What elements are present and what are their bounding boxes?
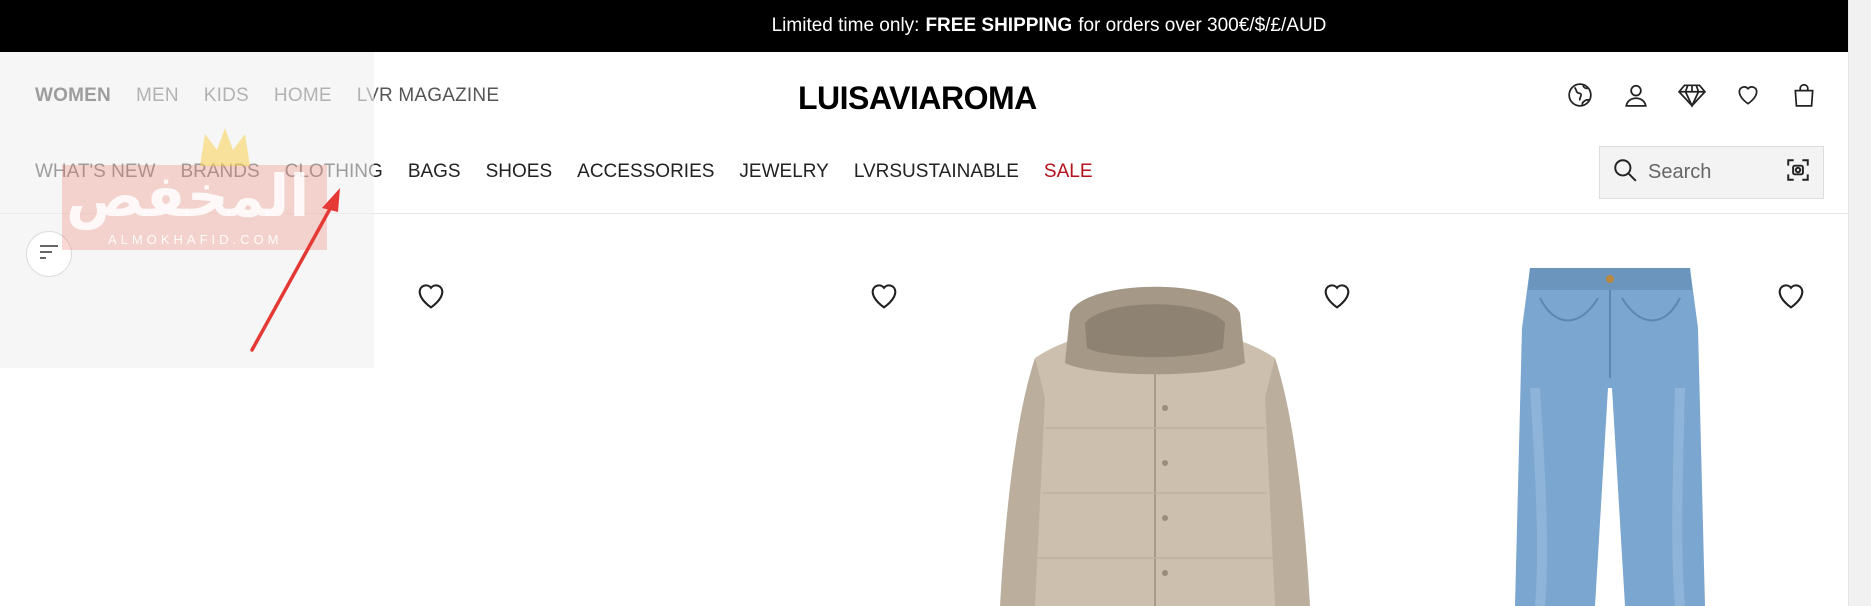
wishlist-heart-icon[interactable] — [414, 279, 448, 313]
nav-home[interactable]: HOME — [274, 85, 332, 107]
wishlist-icon[interactable] — [1733, 80, 1763, 110]
bag-icon[interactable] — [1789, 80, 1819, 110]
nav-lvr-magazine[interactable]: LVR MAGAZINE — [357, 85, 499, 107]
promo-tail: for orders over 300€/$/£/AUD — [1078, 15, 1327, 36]
promo-banner[interactable]: Limited time only: FREE SHIPPING for ord… — [0, 0, 1848, 52]
site-logo[interactable]: LUISAVIAROMA — [798, 80, 1037, 117]
nav-kids[interactable]: KIDS — [204, 85, 249, 107]
search-input[interactable] — [1648, 161, 1778, 184]
nav-shoes[interactable]: SHOES — [486, 161, 553, 183]
utility-icons — [1565, 80, 1819, 110]
globe-icon[interactable] — [1565, 80, 1595, 110]
watermark-subtext: ALMOKHAFID.COM — [108, 232, 283, 247]
search-box[interactable] — [1599, 146, 1824, 199]
visual-search-icon[interactable] — [1785, 157, 1811, 188]
product-image-jeans[interactable] — [1510, 268, 1710, 606]
wishlist-heart-icon[interactable] — [1774, 279, 1808, 313]
nav-bags[interactable]: BAGS — [408, 161, 461, 183]
watermark-text: المخفص — [66, 162, 310, 230]
promo-lead: Limited time only: — [771, 15, 920, 36]
search-icon — [1612, 157, 1638, 188]
scrollbar[interactable] — [1848, 0, 1871, 606]
promo-highlight: FREE SHIPPING — [925, 15, 1073, 36]
nav-lvrsustainable[interactable]: LVRSUSTAINABLE — [854, 161, 1019, 183]
nav-women[interactable]: WOMEN — [35, 85, 111, 107]
wishlist-heart-icon[interactable] — [867, 279, 901, 313]
gender-nav: WOMEN MEN KIDS HOME LVR MAGAZINE — [35, 85, 499, 107]
nav-jewelry[interactable]: JEWELRY — [739, 161, 828, 183]
nav-sale[interactable]: SALE — [1044, 161, 1093, 183]
product-image-puffer-jacket[interactable] — [975, 268, 1335, 606]
user-icon[interactable] — [1621, 80, 1651, 110]
nav-men[interactable]: MEN — [136, 85, 179, 107]
diamond-icon[interactable] — [1677, 80, 1707, 110]
nav-accessories[interactable]: ACCESSORIES — [577, 161, 714, 183]
filter-icon — [38, 243, 60, 266]
